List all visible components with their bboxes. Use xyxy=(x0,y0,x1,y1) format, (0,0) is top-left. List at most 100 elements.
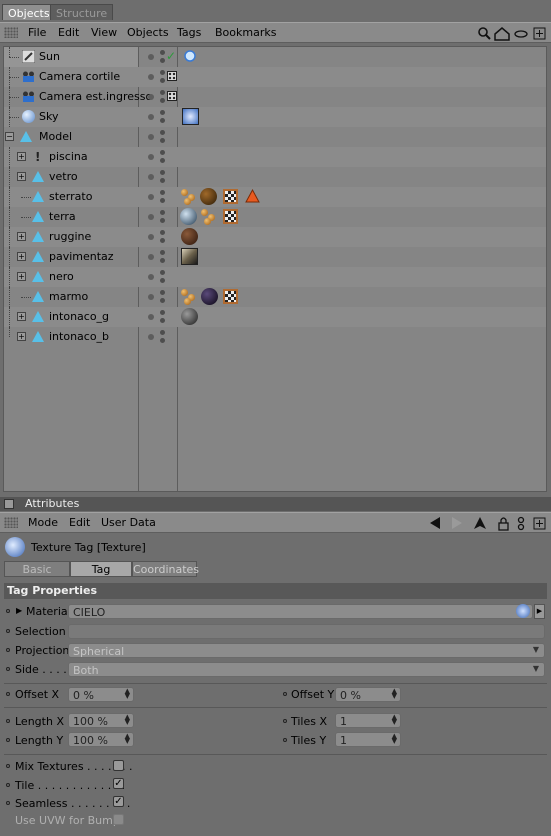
render-visibility-dot[interactable] xyxy=(160,170,165,175)
texture-tag-icon[interactable] xyxy=(223,189,238,204)
render-visibility-dot[interactable] xyxy=(160,298,165,303)
editor-visibility-dot[interactable] xyxy=(148,194,154,200)
animation-dot[interactable] xyxy=(283,719,287,723)
search-icon[interactable] xyxy=(478,27,491,40)
animation-dot[interactable] xyxy=(6,667,10,671)
link-icon[interactable] xyxy=(517,516,525,531)
render-visibility-dot[interactable] xyxy=(160,130,165,135)
animation-dot[interactable] xyxy=(6,648,10,652)
object-row-sterrato[interactable]: sterrato xyxy=(4,187,546,207)
selection-field[interactable] xyxy=(68,624,545,639)
object-row-vetro[interactable]: + vetro xyxy=(4,167,546,187)
animation-dot[interactable] xyxy=(6,783,10,787)
expand-toggle[interactable]: + xyxy=(17,152,26,161)
expand-toggle[interactable]: + xyxy=(17,272,26,281)
menu-mode[interactable]: Mode xyxy=(28,516,58,529)
collapse-toggle[interactable]: − xyxy=(5,132,14,141)
menu-bookmarks[interactable]: Bookmarks xyxy=(215,26,276,39)
material-field[interactable]: CIELO xyxy=(68,604,533,619)
menu-edit[interactable]: Edit xyxy=(69,516,90,529)
material-tag-icon[interactable] xyxy=(200,188,217,205)
animation-dot[interactable] xyxy=(6,629,10,633)
spinner-icon[interactable]: ▲ ▼ xyxy=(392,714,397,726)
object-row-pavimentaz[interactable]: + pavimentaz xyxy=(4,247,546,267)
spinner-icon[interactable]: ▲ ▼ xyxy=(125,688,130,700)
subtab-basic[interactable]: Basic xyxy=(4,561,70,577)
lock-icon[interactable] xyxy=(498,517,509,531)
editor-visibility-dot[interactable] xyxy=(148,114,154,120)
texture-tag-icon[interactable] xyxy=(223,209,238,224)
texture-tag-icon[interactable] xyxy=(223,289,238,304)
material-tag-icon[interactable] xyxy=(180,208,197,225)
tile-checkbox[interactable]: ✓ xyxy=(113,778,124,789)
object-row-sky[interactable]: Sky xyxy=(4,107,546,127)
tab-structure[interactable]: Structure xyxy=(50,4,114,20)
offset-y-field[interactable]: 0 % ▲ ▼ xyxy=(335,687,401,702)
editor-visibility-dot[interactable] xyxy=(148,294,154,300)
render-visibility-dot[interactable] xyxy=(160,78,165,83)
sky-texture-tag-icon[interactable] xyxy=(182,108,199,125)
editor-visibility-dot[interactable] xyxy=(148,154,154,160)
render-visibility-dot[interactable] xyxy=(160,210,165,215)
tiles-x-field[interactable]: 1 ▲ ▼ xyxy=(335,713,401,728)
length-x-field[interactable]: 100 % ▲ ▼ xyxy=(68,713,134,728)
object-row-sun[interactable]: Sun ✓ xyxy=(4,47,546,67)
mix-textures-checkbox[interactable] xyxy=(113,760,124,771)
render-visibility-dot[interactable] xyxy=(160,98,165,103)
spinner-icon[interactable]: ▲ ▼ xyxy=(125,714,130,726)
offset-x-field[interactable]: 0 % ▲ ▼ xyxy=(68,687,134,702)
render-visibility-dot[interactable] xyxy=(160,230,165,235)
editor-visibility-dot[interactable] xyxy=(148,234,154,240)
expand-toggle[interactable]: + xyxy=(17,232,26,241)
uvw-tag-icon[interactable] xyxy=(181,289,199,305)
render-visibility-dot[interactable] xyxy=(160,318,165,323)
render-visibility-dot[interactable] xyxy=(160,330,165,335)
render-visibility-dot[interactable] xyxy=(160,158,165,163)
forward-arrow-icon[interactable] xyxy=(452,517,462,529)
object-row-camera-cortile[interactable]: Camera cortile xyxy=(4,67,546,87)
menu-objects[interactable]: Objects xyxy=(127,26,169,39)
render-visibility-dot[interactable] xyxy=(160,218,165,223)
render-visibility-dot[interactable] xyxy=(160,238,165,243)
spinner-icon[interactable]: ▲ ▼ xyxy=(392,733,397,745)
cursor-up-icon[interactable] xyxy=(474,517,486,529)
render-visibility-dot[interactable] xyxy=(160,70,165,75)
animation-dot[interactable] xyxy=(6,692,10,696)
expand-toggle[interactable]: + xyxy=(17,312,26,321)
animation-dot[interactable] xyxy=(6,719,10,723)
expand-toggle[interactable]: + xyxy=(17,252,26,261)
editor-visibility-dot[interactable] xyxy=(148,74,154,80)
animation-dot[interactable] xyxy=(6,764,10,768)
expand-toggle[interactable]: + xyxy=(17,172,26,181)
editor-visibility-dot[interactable] xyxy=(148,314,154,320)
subtab-tag[interactable]: Tag xyxy=(70,561,132,577)
object-row-piscina[interactable]: + ! piscina xyxy=(4,147,546,167)
render-visibility-dot[interactable] xyxy=(160,258,165,263)
render-visibility-dot[interactable] xyxy=(160,290,165,295)
new-window-icon[interactable] xyxy=(533,27,546,40)
checkmark-icon[interactable]: ✓ xyxy=(166,49,176,63)
material-tag-icon[interactable] xyxy=(181,308,198,325)
editor-visibility-dot[interactable] xyxy=(148,134,154,140)
object-row-terra[interactable]: terra xyxy=(4,207,546,227)
sun-tag-icon[interactable] xyxy=(182,48,199,65)
panel-menu-icon[interactable] xyxy=(4,499,14,509)
animation-dot[interactable] xyxy=(6,738,10,742)
render-visibility-dot[interactable] xyxy=(160,190,165,195)
menu-edit[interactable]: Edit xyxy=(58,26,79,39)
material-tag-icon[interactable] xyxy=(201,288,218,305)
protection-tag-icon[interactable] xyxy=(167,71,177,81)
home-icon[interactable] xyxy=(494,27,510,41)
render-visibility-dot[interactable] xyxy=(160,58,165,63)
editor-visibility-dot[interactable] xyxy=(148,254,154,260)
material-tag-icon[interactable] xyxy=(181,228,198,245)
editor-visibility-dot[interactable] xyxy=(148,334,154,340)
render-visibility-dot[interactable] xyxy=(160,138,165,143)
side-dropdown[interactable]: Both ▼ xyxy=(68,662,545,677)
animation-dot[interactable] xyxy=(6,801,10,805)
object-row-ruggine[interactable]: + ruggine xyxy=(4,227,546,247)
protection-tag-icon[interactable] xyxy=(167,91,177,101)
render-visibility-dot[interactable] xyxy=(160,118,165,123)
render-visibility-dot[interactable] xyxy=(160,150,165,155)
animation-dot[interactable] xyxy=(283,692,287,696)
